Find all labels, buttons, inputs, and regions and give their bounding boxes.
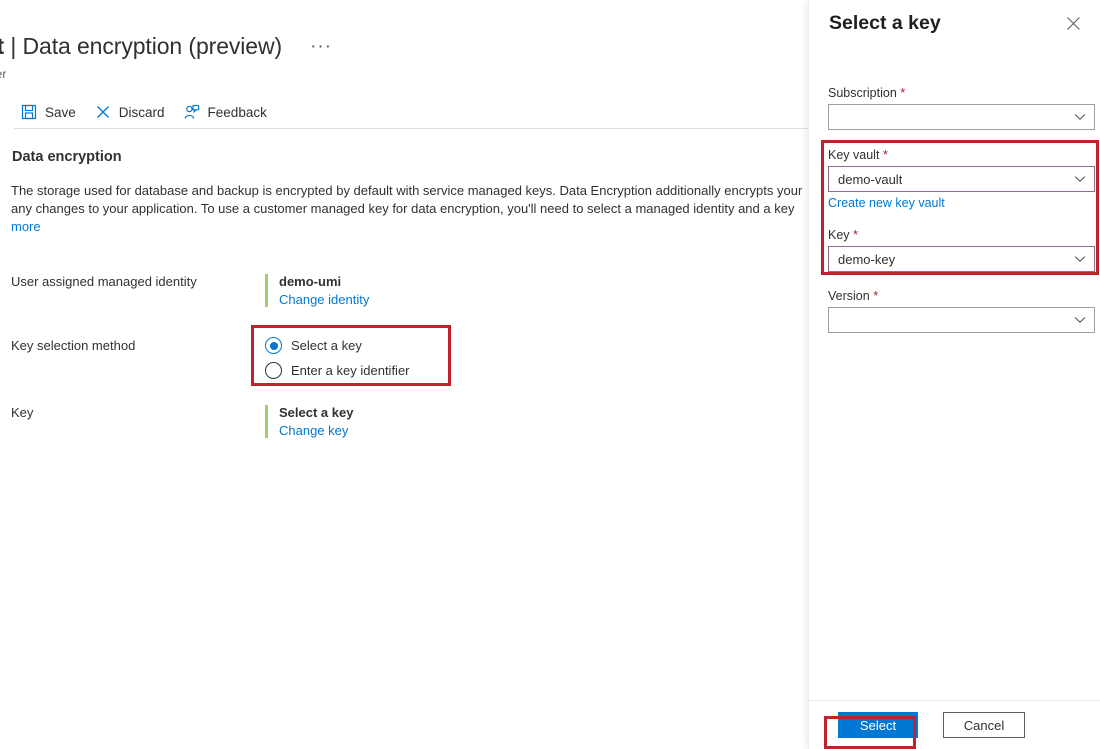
user-assigned-identity-value: demo-umi (279, 274, 369, 289)
more-options-icon[interactable]: ··· (304, 38, 338, 56)
page-subtitle: erver (0, 67, 6, 81)
form-row-user-assigned-identity: User assigned managed identity demo-umi … (0, 274, 808, 307)
page-title: -test | Data encryption (preview) (0, 33, 282, 60)
panel-header: Select a key (809, 0, 1100, 46)
version-dropdown[interactable] (828, 307, 1095, 333)
section-description: The storage used for database and backup… (11, 182, 808, 236)
subscription-label: Subscription * (828, 85, 1095, 100)
key-vault-dropdown-value: demo-vault (838, 172, 902, 187)
key-field-label-text: Key (828, 228, 850, 242)
section-heading: Data encryption (12, 149, 122, 165)
chevron-down-icon (1074, 316, 1086, 324)
key-vault-label-text: Key vault (828, 148, 879, 162)
key-dropdown-value: demo-key (838, 252, 895, 267)
create-new-key-vault-link[interactable]: Create new key vault (828, 196, 945, 210)
select-a-key-panel: Select a key Subscription * Key vault * … (808, 0, 1100, 749)
key-value: Select a key (279, 405, 353, 420)
feedback-button-label: Feedback (208, 105, 267, 120)
version-label-text: Version (828, 289, 870, 303)
field-version: Version * (828, 288, 1095, 333)
key-vault-label: Key vault * (828, 147, 1095, 162)
radio-selected-icon (265, 337, 282, 354)
section-description-line-1: The storage used for database and backup… (11, 182, 808, 200)
change-key-link[interactable]: Change key (279, 423, 353, 438)
page-title-row: -test | Data encryption (preview) ··· (0, 33, 338, 60)
required-asterisk: * (853, 227, 858, 242)
save-button-label: Save (45, 105, 76, 120)
key-selection-method-radio-group: Select a key Enter a key identifier (265, 337, 410, 379)
subscription-label-text: Subscription (828, 86, 897, 100)
feedback-person-icon (183, 103, 201, 121)
chevron-down-icon (1074, 175, 1086, 183)
radio-option-enter-a-key-identifier[interactable]: Enter a key identifier (265, 362, 410, 379)
user-assigned-identity-label: User assigned managed identity (0, 274, 265, 307)
key-vault-dropdown[interactable]: demo-vault (828, 166, 1095, 192)
panel-title: Select a key (829, 12, 941, 35)
required-asterisk: * (900, 85, 905, 100)
page-title-section: | Data encryption (preview) (4, 33, 282, 59)
cancel-button[interactable]: Cancel (943, 712, 1025, 738)
radio-option-select-a-key[interactable]: Select a key (265, 337, 410, 354)
main-content-area: st -test | Data encryption (preview) ···… (0, 0, 808, 749)
panel-footer: Select Cancel (809, 701, 1100, 749)
save-button[interactable]: Save (16, 97, 84, 127)
feedback-button[interactable]: Feedback (179, 97, 275, 127)
user-assigned-identity-value-group: demo-umi Change identity (265, 274, 369, 307)
radio-option-enter-a-key-identifier-label: Enter a key identifier (291, 363, 410, 378)
discard-button[interactable]: Discard (90, 97, 173, 127)
panel-body: Subscription * Key vault * demo-vault Cr… (809, 46, 1100, 700)
discard-button-label: Discard (119, 105, 165, 120)
key-value-group: Select a key Change key (265, 405, 353, 438)
select-button[interactable]: Select (838, 712, 918, 738)
subscription-dropdown[interactable] (828, 104, 1095, 130)
key-selection-method-label: Key selection method (0, 337, 265, 379)
chevron-down-icon (1074, 113, 1086, 121)
key-dropdown[interactable]: demo-key (828, 246, 1095, 272)
field-subscription: Subscription * (828, 85, 1095, 130)
learn-more-link[interactable]: more (11, 219, 41, 234)
save-icon (20, 103, 38, 121)
section-description-line-2: any changes to your application. To use … (11, 200, 808, 218)
form-row-key-selection-method: Key selection method Select a key Enter … (0, 337, 808, 379)
radio-option-select-a-key-label: Select a key (291, 338, 362, 353)
command-bar-divider (14, 128, 808, 129)
version-label: Version * (828, 288, 1095, 303)
required-asterisk: * (883, 147, 888, 162)
close-icon[interactable] (1060, 10, 1086, 36)
close-x-icon (94, 103, 112, 121)
change-identity-link[interactable]: Change identity (279, 292, 369, 307)
form-row-key: Key Select a key Change key (0, 405, 808, 438)
command-bar: Save Discard Feedback (0, 96, 808, 128)
field-key-vault: Key vault * demo-vault Create new key va… (828, 147, 1095, 212)
chevron-down-icon (1074, 255, 1086, 263)
field-key: Key * demo-key (828, 227, 1095, 272)
key-field-label: Key * (828, 227, 1095, 242)
key-label: Key (0, 405, 265, 438)
required-asterisk: * (873, 288, 878, 303)
radio-unselected-icon (265, 362, 282, 379)
